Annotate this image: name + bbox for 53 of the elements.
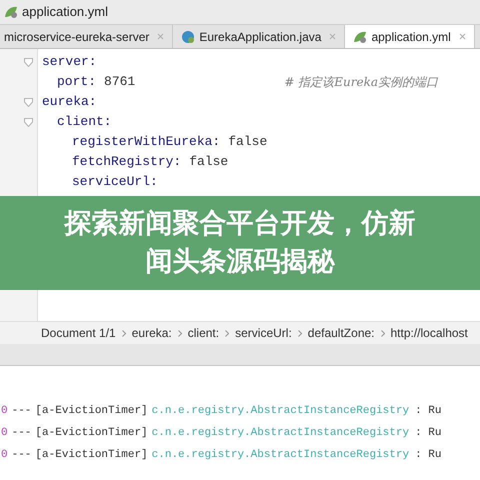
yaml-key: client: (57, 112, 112, 132)
fold-marker-icon[interactable] (24, 98, 33, 106)
yaml-key: serviceUrl: (72, 172, 158, 192)
tab-label: EurekaApplication.java (199, 28, 322, 46)
log-pid: 0 (1, 448, 8, 463)
log-separator: --- (12, 426, 32, 441)
log-thread: [a-EvictionTimer] (35, 404, 148, 419)
chevron-icon (380, 330, 384, 336)
path-crumb[interactable]: serviceUrl: (235, 324, 292, 342)
tab-label: application.yml (371, 28, 451, 46)
yaml-key: eureka: (42, 92, 97, 112)
yaml-key: port: (57, 72, 96, 92)
path-crumb[interactable]: defaultZone: (308, 324, 374, 342)
yaml-value: false (189, 153, 228, 172)
log-pid: 0 (1, 404, 8, 419)
chevron-icon (225, 330, 230, 336)
class-file-icon (181, 30, 196, 44)
yaml-value: false (228, 133, 268, 152)
leaf-file-icon (353, 30, 368, 44)
log-message: : Ru (415, 426, 442, 441)
log-thread: [a-EvictionTimer] (35, 448, 148, 463)
chevron-icon (178, 330, 182, 336)
code-comment: # 指定该Eureka实例的端口 (284, 74, 438, 91)
log-logger: c.n.e.registry.AbstractInstanceRegistry (152, 448, 410, 463)
yaml-value: 8761 (104, 73, 136, 92)
path-crumb[interactable]: eureka: (132, 324, 172, 342)
editor-tab[interactable]: application.yml (345, 25, 475, 48)
log-logger: c.n.e.registry.AbstractInstanceRegistry (152, 404, 410, 419)
tab-label: microservice-eureka-server (4, 28, 150, 46)
path-crumb[interactable]: http://localhost (390, 324, 468, 342)
path-crumb[interactable]: Document 1/1 (41, 324, 116, 342)
log-message: : Ru (415, 404, 442, 419)
chevron-icon (298, 330, 302, 336)
chevron-icon (122, 330, 126, 336)
yaml-key: fetchRegistry: (72, 152, 182, 172)
log-separator: --- (12, 404, 32, 419)
fold-marker-icon[interactable] (24, 58, 33, 66)
close-icon[interactable] (458, 33, 466, 40)
yaml-key: server: (42, 52, 97, 72)
close-icon[interactable] (329, 33, 336, 40)
log-thread: [a-EvictionTimer] (35, 426, 148, 441)
log-separator: --- (12, 448, 32, 463)
close-icon[interactable] (157, 33, 164, 40)
path-crumb[interactable]: client: (188, 324, 220, 342)
yaml-key: registerWithEureka: (72, 132, 220, 152)
log-message: : Ru (415, 448, 442, 463)
log-pid: 0 (1, 426, 8, 441)
banner-title: 闻头条源码揭秘 (146, 245, 334, 279)
banner-title: 探索新闻聚合平台开发，仿新 (64, 207, 416, 241)
fold-marker-icon[interactable] (24, 118, 33, 126)
file-crumb[interactable]: application.yml (22, 2, 108, 22)
leaf-file-icon (4, 5, 18, 19)
log-logger: c.n.e.registry.AbstractInstanceRegistry (152, 426, 410, 441)
